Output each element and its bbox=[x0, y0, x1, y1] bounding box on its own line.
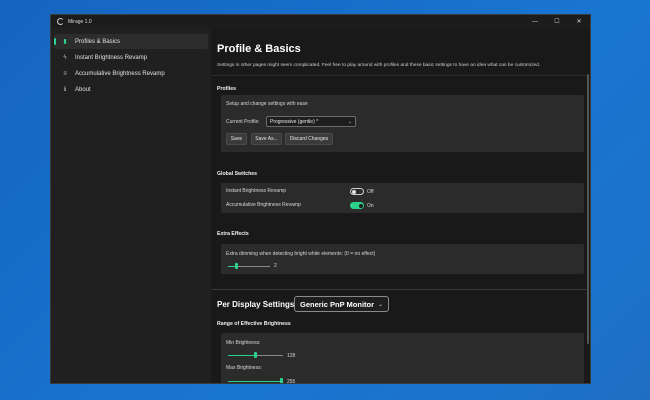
accumulative-brightness-toggle[interactable] bbox=[350, 202, 364, 209]
min-brightness-slider[interactable] bbox=[228, 352, 283, 358]
dimming-value: 2 bbox=[274, 263, 277, 269]
page-description: Settings in other pages might seem compl… bbox=[217, 63, 541, 68]
chevron-down-icon: ⌄ bbox=[347, 118, 352, 125]
monitor-dropdown[interactable]: Generic PnP Monitor ⌄ bbox=[294, 296, 389, 312]
maximize-button[interactable]: ☐ bbox=[546, 15, 568, 28]
save-as-button[interactable]: Save As... bbox=[251, 133, 282, 145]
window-controls: — ☐ ✕ bbox=[524, 15, 590, 28]
max-brightness-label: Max Brightness: bbox=[226, 365, 262, 371]
slider-thumb[interactable] bbox=[280, 378, 283, 383]
app-logo-icon bbox=[57, 18, 64, 25]
current-profile-label: Current Profile: bbox=[226, 119, 260, 125]
window-title: Mirage 1.0 bbox=[68, 18, 92, 25]
page-title: Profile & Basics bbox=[217, 43, 301, 55]
max-brightness-value: 255 bbox=[287, 379, 296, 383]
global-switches-card: Instant Brightness Revamp Off Accumulati… bbox=[221, 183, 584, 213]
current-profile-dropdown[interactable]: Progressive (gentle) * ⌄ bbox=[266, 116, 356, 127]
max-brightness-slider[interactable] bbox=[228, 378, 283, 383]
accumulative-brightness-state: On bbox=[367, 203, 374, 209]
sidebar-item-profiles-basics[interactable]: ▮ Profiles & Basics bbox=[54, 34, 208, 49]
instant-brightness-state: Off bbox=[367, 189, 374, 195]
title-bar[interactable]: Mirage 1.0 — ☐ ✕ bbox=[51, 15, 590, 28]
bolt-icon: ϟ bbox=[63, 54, 67, 61]
extra-effects-section-title: Extra Effects bbox=[217, 231, 249, 237]
extra-effects-card: Extra dimming when detecting bright whit… bbox=[221, 244, 584, 274]
profiles-card: Setup and change settings with ease Curr… bbox=[221, 95, 584, 152]
min-brightness-value: 128 bbox=[287, 353, 296, 359]
header-divider bbox=[212, 75, 586, 76]
discard-changes-button[interactable]: Discard Changes bbox=[285, 133, 333, 145]
sidebar-item-about[interactable]: ℹ About bbox=[54, 82, 208, 97]
per-display-settings-label: Per Display Settings: bbox=[217, 300, 298, 309]
instant-brightness-switch-label: Instant Brightness Revamp bbox=[226, 188, 287, 194]
profiles-subtitle: Setup and change settings with ease bbox=[226, 101, 308, 107]
range-section-title: Range of Effective Brightness bbox=[217, 321, 291, 327]
range-card: Min Brightness: 128 Max Brightness: 255 bbox=[221, 333, 584, 383]
minimize-button[interactable]: — bbox=[524, 15, 546, 28]
save-button[interactable]: Save bbox=[226, 133, 247, 145]
app-window: Mirage 1.0 — ☐ ✕ ▮ Profiles & Basics ϟ I… bbox=[50, 14, 591, 384]
info-icon: ℹ bbox=[63, 87, 67, 93]
bookmark-icon: ▮ bbox=[63, 39, 67, 45]
sidebar-item-accumulative-brightness[interactable]: ≡ Accumulative Brightness Revamp bbox=[54, 66, 208, 81]
dimming-label: Extra dimming when detecting bright whit… bbox=[226, 251, 376, 257]
vertical-scrollbar[interactable] bbox=[587, 74, 589, 344]
accumulative-brightness-switch-label: Accumulative Brightness Revamp bbox=[226, 202, 301, 208]
sidebar-item-label: About bbox=[75, 86, 91, 93]
global-switches-section-title: Global Switches bbox=[217, 171, 258, 177]
section-divider bbox=[212, 289, 586, 290]
profiles-section-title: Profiles bbox=[217, 86, 237, 92]
current-profile-value: Progressive (gentle) * bbox=[270, 118, 319, 125]
slider-thumb[interactable] bbox=[254, 352, 257, 358]
sidebar-item-label: Instant Brightness Revamp bbox=[75, 54, 148, 61]
monitor-value: Generic PnP Monitor bbox=[300, 299, 375, 309]
instant-brightness-toggle[interactable] bbox=[350, 188, 364, 195]
chevron-down-icon: ⌄ bbox=[377, 301, 383, 308]
layers-icon: ≡ bbox=[63, 70, 67, 77]
main-content: Profile & Basics Settings in other pages… bbox=[212, 28, 590, 383]
sidebar: ▮ Profiles & Basics ϟ Instant Brightness… bbox=[51, 28, 211, 383]
dimming-slider[interactable] bbox=[228, 263, 270, 269]
sidebar-item-label: Profiles & Basics bbox=[75, 38, 121, 45]
close-button[interactable]: ✕ bbox=[568, 15, 590, 28]
sidebar-item-label: Accumulative Brightness Revamp bbox=[75, 70, 165, 77]
slider-thumb[interactable] bbox=[234, 263, 238, 269]
sidebar-item-instant-brightness[interactable]: ϟ Instant Brightness Revamp bbox=[54, 50, 208, 65]
min-brightness-label: Min Brightness: bbox=[226, 340, 261, 346]
